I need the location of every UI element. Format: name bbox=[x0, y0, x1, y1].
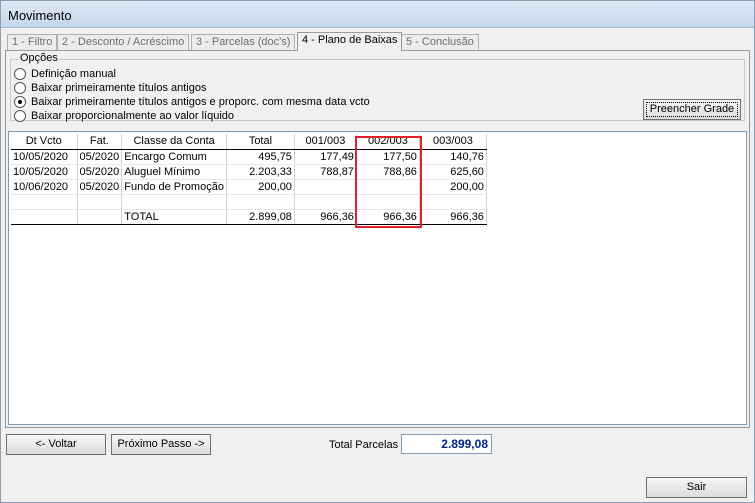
cell-dt-vcto[interactable] bbox=[11, 209, 78, 225]
option-label: Baixar proporcionalmente ao valor líquid… bbox=[31, 110, 235, 122]
cell-parcela-3[interactable]: 966,36 bbox=[419, 209, 487, 225]
cell-classe[interactable]: Fundo de Promoção bbox=[121, 179, 227, 195]
cell-parcela-1[interactable] bbox=[294, 179, 357, 195]
option-label: Baixar primeiramente títulos antigos e p… bbox=[31, 96, 370, 108]
column-header[interactable]: 003/003 bbox=[419, 134, 487, 150]
cell-parcela-3[interactable] bbox=[419, 194, 487, 210]
column-header[interactable]: 002/003 bbox=[356, 134, 420, 150]
voltar-button[interactable]: <- Voltar bbox=[6, 434, 106, 455]
window-title: Movimento bbox=[8, 8, 72, 23]
cell-parcela-3[interactable]: 625,60 bbox=[419, 164, 487, 180]
cell-fat[interactable]: 05/2020 bbox=[77, 179, 123, 195]
cell-dt-vcto[interactable] bbox=[11, 194, 78, 210]
radio-button[interactable] bbox=[14, 110, 26, 122]
plano-de-baixas-panel: Opções Definição manual Baixar primeiram… bbox=[5, 50, 750, 428]
tab-parcelas[interactable]: 3 - Parcelas (doc's) bbox=[191, 34, 296, 51]
radio-button-checked[interactable] bbox=[14, 96, 26, 108]
cell-fat[interactable]: 05/2020 bbox=[77, 149, 123, 165]
preencher-grade-button[interactable]: Preencher Grade bbox=[643, 99, 741, 120]
tab-conclusao[interactable]: 5 - Conclusão bbox=[401, 34, 479, 51]
sair-button[interactable]: Sair bbox=[646, 477, 747, 498]
column-header[interactable]: Dt Vcto bbox=[11, 134, 78, 150]
total-row[interactable]: TOTAL 2.899,08 966,36 966,36 966,36 bbox=[11, 209, 487, 225]
cell-total[interactable]: 2.203,33 bbox=[226, 164, 295, 180]
cell-parcela-2[interactable] bbox=[356, 194, 420, 210]
cell-dt-vcto[interactable]: 10/05/2020 bbox=[11, 149, 78, 165]
option-label: Definição manual bbox=[31, 68, 116, 80]
cell-fat[interactable] bbox=[77, 194, 123, 210]
cell-dt-vcto[interactable]: 10/05/2020 bbox=[11, 164, 78, 180]
option-definicao-manual[interactable]: Definição manual bbox=[14, 67, 116, 81]
table-row[interactable] bbox=[11, 194, 487, 210]
total-parcelas-field: 2.899,08 bbox=[401, 434, 492, 454]
title-bar: Movimento bbox=[1, 1, 754, 28]
cell-classe[interactable]: Encargo Comum bbox=[121, 149, 227, 165]
option-antigos-proporc-data-vcto[interactable]: Baixar primeiramente títulos antigos e p… bbox=[14, 95, 370, 109]
cell-parcela-1[interactable]: 788,87 bbox=[294, 164, 357, 180]
radio-button[interactable] bbox=[14, 82, 26, 94]
column-header[interactable]: Fat. bbox=[77, 134, 123, 150]
table-row[interactable]: 10/05/2020 05/2020 Encargo Comum 495,75 … bbox=[11, 149, 487, 165]
movimento-window: Movimento 1 - Filtro 2 - Desconto / Acré… bbox=[0, 0, 755, 503]
grid-header-row: Dt Vcto Fat. Classe da Conta Total 001/0… bbox=[11, 134, 487, 150]
column-header[interactable]: Total bbox=[226, 134, 295, 150]
cell-parcela-2[interactable] bbox=[356, 179, 420, 195]
table-row[interactable]: 10/05/2020 05/2020 Aluguel Mínimo 2.203,… bbox=[11, 164, 487, 180]
cell-classe[interactable] bbox=[121, 194, 227, 210]
proximo-passo-button[interactable]: Próximo Passo -> bbox=[111, 434, 211, 455]
tab-filtro[interactable]: 1 - Filtro bbox=[7, 34, 58, 51]
radio-button[interactable] bbox=[14, 68, 26, 80]
option-proporcional-valor-liquido[interactable]: Baixar proporcionalmente ao valor líquid… bbox=[14, 109, 234, 123]
cell-total[interactable] bbox=[226, 194, 295, 210]
total-parcelas-label: Total Parcelas bbox=[329, 439, 399, 451]
table-row[interactable]: 10/06/2020 05/2020 Fundo de Promoção 200… bbox=[11, 179, 487, 195]
cell-fat[interactable]: 05/2020 bbox=[77, 164, 123, 180]
option-titulos-antigos[interactable]: Baixar primeiramente títulos antigos bbox=[14, 81, 206, 95]
cell-classe[interactable]: Aluguel Mínimo bbox=[121, 164, 227, 180]
preencher-grade-label: Preencher Grade bbox=[646, 102, 738, 117]
column-header[interactable]: Classe da Conta bbox=[121, 134, 227, 150]
cell-dt-vcto[interactable]: 10/06/2020 bbox=[11, 179, 78, 195]
cell-parcela-1[interactable] bbox=[294, 194, 357, 210]
tab-desconto-acrescimo[interactable]: 2 - Desconto / Acréscimo bbox=[57, 34, 190, 51]
cell-parcela-2[interactable]: 966,36 bbox=[356, 209, 420, 225]
cell-total[interactable]: 495,75 bbox=[226, 149, 295, 165]
cell-parcela-1[interactable]: 966,36 bbox=[294, 209, 357, 225]
options-group: Opções Definição manual Baixar primeiram… bbox=[10, 52, 745, 123]
cell-fat[interactable] bbox=[77, 209, 123, 225]
option-label: Baixar primeiramente títulos antigos bbox=[31, 82, 207, 94]
cell-total[interactable]: 200,00 bbox=[226, 179, 295, 195]
plano-de-baixas-grid[interactable]: Dt Vcto Fat. Classe da Conta Total 001/0… bbox=[8, 131, 747, 425]
tab-plano-de-baixas[interactable]: 4 - Plano de Baixas bbox=[297, 32, 403, 51]
cell-parcela-2[interactable]: 788,86 bbox=[356, 164, 420, 180]
column-header[interactable]: 001/003 bbox=[294, 134, 357, 150]
cell-parcela-2[interactable]: 177,50 bbox=[356, 149, 420, 165]
cell-parcela-1[interactable]: 177,49 bbox=[294, 149, 357, 165]
cell-parcela-3[interactable]: 140,76 bbox=[419, 149, 487, 165]
cell-total[interactable]: 2.899,08 bbox=[226, 209, 295, 225]
grid-table: Dt Vcto Fat. Classe da Conta Total 001/0… bbox=[11, 134, 487, 225]
cell-total-label[interactable]: TOTAL bbox=[121, 209, 227, 225]
cell-parcela-3[interactable]: 200,00 bbox=[419, 179, 487, 195]
options-legend: Opções bbox=[19, 52, 59, 64]
